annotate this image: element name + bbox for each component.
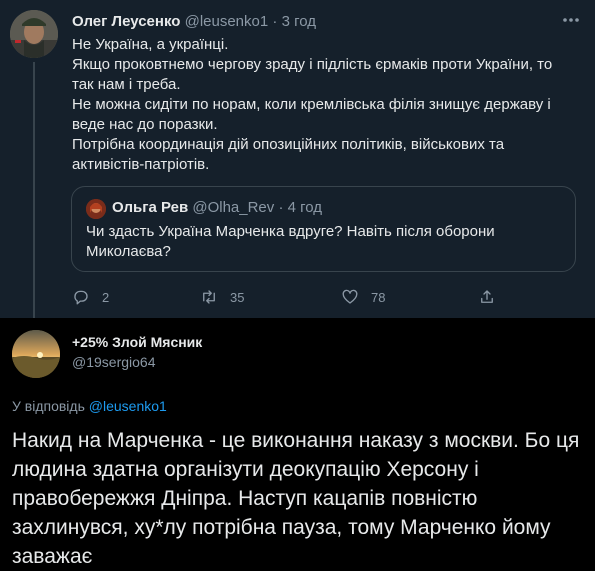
reply-icon <box>74 290 88 305</box>
like-button[interactable]: 78 <box>341 285 385 309</box>
retweet-button[interactable]: 35 <box>200 285 244 309</box>
quoted-tweet[interactable]: Ольга Рев @Olha_Rev · 4 год Чи здасть Ук… <box>71 186 576 272</box>
tweet-actions: 2 35 78 <box>72 285 512 309</box>
reply-text: Накид на Марченка - це виконання наказу … <box>12 429 580 568</box>
tweet-line: Потрібна координація дій опозиційних пол… <box>72 136 505 173</box>
heart-icon <box>342 289 358 304</box>
quoted-header: Ольга Рев @Olha_Rev · 4 год <box>112 199 322 216</box>
quoted-author-handle: @Olha_Rev <box>192 199 275 216</box>
tweet-header: Олег Леусенко @leusenko1 · 3 год <box>72 13 316 30</box>
author-name[interactable]: Олег Леусенко <box>72 13 180 30</box>
replying-to-line: У відповідь @leusenko1 <box>12 398 167 414</box>
more-horizontal-icon[interactable] <box>561 10 581 30</box>
reply-count: 2 <box>102 289 110 305</box>
avatar-photo <box>10 10 58 58</box>
reply-button[interactable]: 2 <box>72 285 109 309</box>
reply-author-avatar[interactable] <box>12 330 60 378</box>
author-avatar[interactable] <box>10 10 58 58</box>
like-count: 78 <box>371 289 386 305</box>
thread-connector-line <box>33 62 35 318</box>
separator-dot: · <box>278 199 284 216</box>
tweet-line: Якщо проковтнемо чергову зраду і підліст… <box>72 56 553 93</box>
retweet-count: 35 <box>230 289 245 305</box>
reply-author-handle[interactable]: @19sergio64 <box>72 354 156 370</box>
share-button[interactable] <box>478 285 496 309</box>
sunset-photo <box>12 330 60 378</box>
tweet-text: Не Україна, а українці. Якщо проковтнемо… <box>72 35 577 175</box>
share-icon <box>481 290 493 303</box>
quoted-author-avatar <box>86 199 106 219</box>
reply-author-name[interactable]: +25% Злой Мясник <box>72 334 202 350</box>
tweet-card[interactable]: Олег Леусенко @leusenko1 · 3 год Не Укра… <box>0 0 595 318</box>
tweet-time[interactable]: 3 год <box>282 13 316 30</box>
quoted-author-name: Ольга Рев <box>112 199 189 216</box>
replying-prefix: У відповідь <box>12 398 85 414</box>
quoted-time: 4 год <box>287 199 323 216</box>
replying-to-link[interactable]: @leusenko1 <box>89 398 167 414</box>
reply-tweet[interactable]: +25% Злой Мясник @19sergio64 У відповідь… <box>0 318 595 568</box>
retweet-icon <box>203 290 215 304</box>
author-handle[interactable]: @leusenko1 <box>185 13 269 30</box>
tweet-line: Не можна сидіти по норам, коли кремлівсь… <box>72 96 551 133</box>
quoted-text: Чи здасть Україна Марченка вдруге? Навіт… <box>86 223 495 260</box>
tweet-line: Не Україна, а українці. <box>72 36 229 53</box>
separator-dot: · <box>272 13 278 30</box>
